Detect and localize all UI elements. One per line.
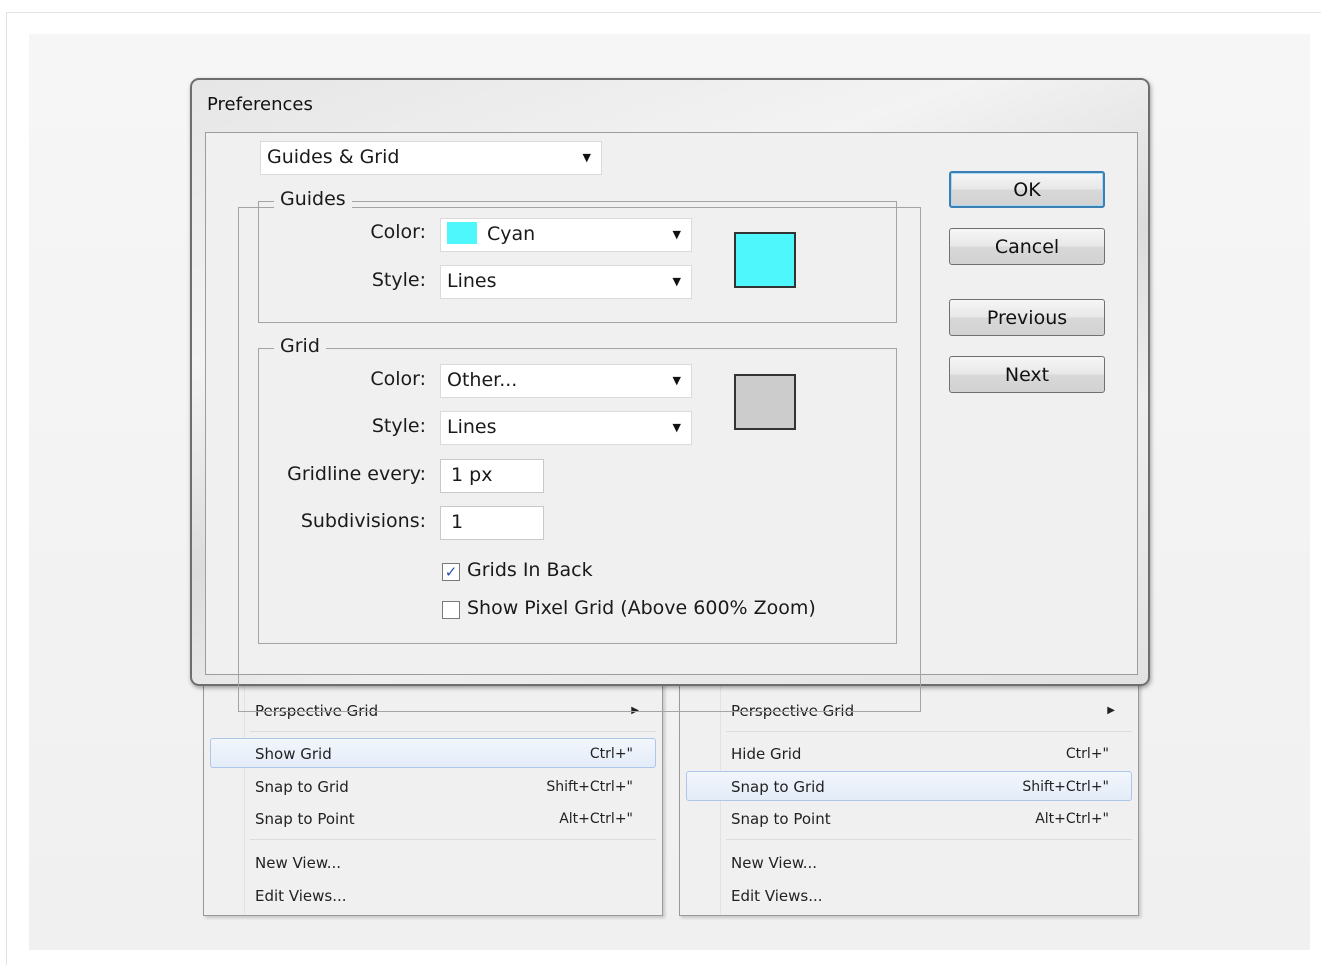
gridline-every-input[interactable]: 1 px xyxy=(440,459,544,493)
menu-item-shortcut: Alt+Ctrl+" xyxy=(1035,811,1109,827)
cancel-button[interactable]: Cancel xyxy=(949,228,1105,265)
chevron-down-icon: ▼ xyxy=(672,275,681,288)
chevron-down-icon: ▼ xyxy=(582,151,591,164)
menu-item-label: Edit Views... xyxy=(731,887,823,905)
dialog-title: Preferences xyxy=(207,94,313,115)
grid-color-dropdown[interactable]: Other... ▼ xyxy=(440,364,692,398)
previous-button[interactable]: Previous xyxy=(949,299,1105,336)
menu-item-label: Edit Views... xyxy=(255,887,347,905)
view-menu-right: Perspective Grid ▶ Hide Grid Ctrl+" Snap… xyxy=(679,676,1139,916)
grid-legend: Grid xyxy=(274,335,326,357)
menu-item-shortcut: Ctrl+" xyxy=(1065,746,1109,762)
grids-in-back-checkbox[interactable]: ✓ xyxy=(442,563,460,581)
menu-item-label: Snap to Grid xyxy=(731,778,825,796)
chevron-down-icon: ▼ xyxy=(672,421,681,434)
menu-item-label: Hide Grid xyxy=(731,745,802,763)
menu-item-snap-to-point[interactable]: Snap to Point Alt+Ctrl+" xyxy=(210,803,656,833)
grid-color-label: Color: xyxy=(370,368,426,390)
next-button[interactable]: Next xyxy=(949,356,1105,393)
menu-separator xyxy=(250,839,656,840)
guides-style-label: Style: xyxy=(371,269,426,291)
menu-item-shortcut: Shift+Ctrl+" xyxy=(1022,779,1109,795)
menu-separator xyxy=(726,839,1132,840)
grid-style-label: Style: xyxy=(371,415,426,437)
view-menu-left: Perspective Grid ▶ Show Grid Ctrl+" Snap… xyxy=(203,676,663,916)
menu-item-label: Snap to Grid xyxy=(255,778,349,796)
menu-item-label: Show Grid xyxy=(255,745,332,763)
menu-item-snap-to-grid[interactable]: Snap to Grid Shift+Ctrl+" xyxy=(686,771,1132,801)
subdivisions-label: Subdivisions: xyxy=(300,510,426,532)
menu-item-show-grid[interactable]: Show Grid Ctrl+" xyxy=(210,738,656,768)
menu-item-new-view[interactable]: New View... xyxy=(686,847,1132,877)
guides-color-label: Color: xyxy=(370,221,426,243)
menu-item-shortcut: Shift+Ctrl+" xyxy=(546,779,633,795)
menu-item-snap-to-point[interactable]: Snap to Point Alt+Ctrl+" xyxy=(686,803,1132,833)
grid-style-value: Lines xyxy=(447,416,497,438)
grid-color-value: Other... xyxy=(447,369,518,391)
subdivisions-input[interactable]: 1 xyxy=(440,506,544,540)
menu-item-edit-views[interactable]: Edit Views... xyxy=(210,880,656,910)
guides-color-value: Cyan xyxy=(487,223,536,245)
menu-item-shortcut: Ctrl+" xyxy=(589,746,633,762)
show-pixel-grid-label: Show Pixel Grid (Above 600% Zoom) xyxy=(467,597,816,619)
menu-item-new-view[interactable]: New View... xyxy=(210,847,656,877)
guides-color-dropdown[interactable]: Cyan ▼ xyxy=(440,218,692,252)
menu-item-edit-views[interactable]: Edit Views... xyxy=(686,880,1132,910)
submenu-arrow-icon: ▶ xyxy=(1107,705,1115,716)
cyan-color-chip xyxy=(447,222,477,244)
chevron-down-icon: ▼ xyxy=(672,228,681,241)
section-dropdown-value: Guides & Grid xyxy=(267,146,400,168)
menu-separator xyxy=(250,731,656,732)
section-dropdown[interactable]: Guides & Grid ▼ xyxy=(260,141,602,175)
menu-item-label: Snap to Point xyxy=(731,810,831,828)
preferences-dialog: Preferences Guides & Grid ▼ Guides Color… xyxy=(190,78,1150,712)
ok-button[interactable]: OK xyxy=(949,171,1105,208)
menu-item-snap-to-grid[interactable]: Snap to Grid Shift+Ctrl+" xyxy=(210,771,656,801)
dialog-client-area: Guides & Grid ▼ Guides Color: Cyan ▼ Sty… xyxy=(205,132,1138,712)
gridline-every-label: Gridline every: xyxy=(287,463,426,485)
guides-style-value: Lines xyxy=(447,270,497,292)
menu-item-label: New View... xyxy=(255,854,342,872)
menu-item-label: New View... xyxy=(731,854,818,872)
grid-style-dropdown[interactable]: Lines ▼ xyxy=(440,411,692,445)
menu-separator xyxy=(726,731,1132,732)
menu-item-label: Snap to Point xyxy=(255,810,355,828)
chevron-down-icon: ▼ xyxy=(672,374,681,387)
menu-item-hide-grid[interactable]: Hide Grid Ctrl+" xyxy=(686,738,1132,768)
grids-in-back-label: Grids In Back xyxy=(467,559,593,581)
grid-color-swatch[interactable] xyxy=(734,374,796,430)
guides-color-swatch[interactable] xyxy=(734,232,796,288)
guides-style-dropdown[interactable]: Lines ▼ xyxy=(440,265,692,299)
menu-item-shortcut: Alt+Ctrl+" xyxy=(559,811,633,827)
show-pixel-grid-checkbox[interactable] xyxy=(442,601,460,619)
guides-legend: Guides xyxy=(274,188,352,210)
